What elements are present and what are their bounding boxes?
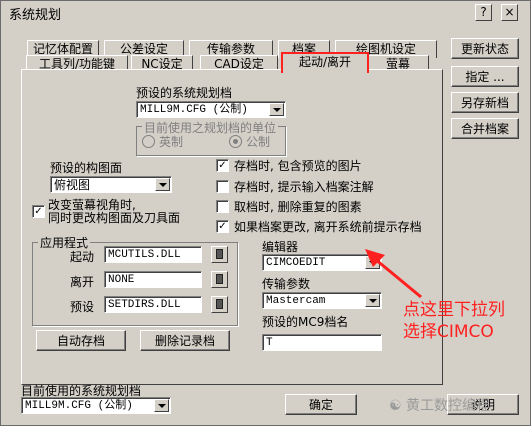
english-radio[interactable] — [142, 135, 155, 148]
save-comment-checkbox[interactable] — [216, 180, 229, 193]
merge-files-button[interactable]: 合并档案 — [451, 118, 519, 139]
change-view-label-line2: 同时更改构图面及刀具面 — [48, 211, 181, 225]
annotation-arrow-icon — [365, 249, 422, 299]
exit-file-button[interactable] — [211, 271, 228, 288]
startup-label: 起动 — [70, 250, 95, 264]
chevron-down-icon[interactable] — [269, 103, 284, 116]
editor-label: 编辑器 — [262, 240, 299, 254]
preset-config-value: MILL9M.CFG (公制) — [140, 104, 248, 116]
english-label: 英制 — [159, 135, 184, 149]
transfer-value: Mastercam — [266, 295, 326, 307]
preset-config-dropdown[interactable]: MILL9M.CFG (公制) — [136, 101, 286, 118]
startup-field[interactable]: MCUTILS.DLL — [104, 246, 202, 263]
delete-log-button[interactable]: 删除记录档 — [140, 330, 230, 351]
chevron-down-icon[interactable] — [155, 178, 170, 191]
save-preview-checkbox[interactable]: ✓ — [216, 159, 229, 172]
chevron-down-icon[interactable] — [154, 399, 169, 412]
preset-view-label: 预设的构图面 — [50, 161, 123, 175]
watermark-logo-icon: ☯ — [389, 398, 407, 414]
default-label: 预设 — [70, 300, 95, 314]
startup-exit-panel: 预设的系统规划档 MILL9M.CFG (公制) 目前使用之规划档的单位 英制 … — [21, 69, 443, 385]
watermark: ☯ 黄工数控编程 — [389, 395, 490, 415]
change-view-label: 改变萤幕视角时, 同时更改构图面及刀具面 — [48, 199, 180, 225]
metric-radio[interactable] — [229, 135, 242, 148]
mc9-name-label: 预设的MC9档名 — [262, 315, 349, 329]
exit-label: 离开 — [70, 275, 95, 289]
title-bar: 系统规划 ? × — [1, 1, 530, 23]
annotation-text: 点这里下拉列 选择CIMCO — [403, 299, 505, 343]
metric-label: 公制 — [246, 135, 271, 149]
save-comment-label: 存档时, 提示输入档案注解 — [234, 180, 374, 194]
transfer-label: 传输参数 — [262, 277, 311, 291]
window-title: 系统规划 — [9, 8, 62, 23]
mc9-name-field[interactable]: T — [262, 334, 382, 351]
annotation-line2: 选择CIMCO — [403, 322, 494, 342]
remove-duplicates-checkbox[interactable] — [216, 200, 229, 213]
save-preview-label: 存档时, 包含预览的图片 — [234, 159, 362, 173]
annotation-line1: 点这里下拉列 — [403, 300, 505, 320]
prompt-save-label: 如果档案更改, 离开系统前提示存档 — [234, 220, 422, 234]
system-config-dialog: 系统规划 ? × 记忆体配置 公差设定 传输参数 档案 绘图机设定 工具列/功能… — [0, 0, 531, 426]
help-title-button[interactable]: ? — [475, 4, 492, 21]
editor-value: CIMCOEDIT — [266, 257, 326, 269]
ok-button[interactable]: 确定 — [285, 394, 357, 415]
tab-startup-exit[interactable]: 起动/离开 — [281, 52, 369, 73]
preset-view-dropdown[interactable]: 俯视图 — [50, 176, 172, 193]
assign-button[interactable]: 指定 ... — [451, 66, 519, 87]
default-file-button[interactable] — [211, 296, 228, 313]
close-button[interactable]: × — [501, 4, 518, 21]
change-view-checkbox[interactable]: ✓ — [32, 205, 45, 218]
startup-file-button[interactable] — [211, 246, 228, 263]
preset-view-value: 俯视图 — [54, 178, 91, 192]
prompt-save-checkbox[interactable]: ✓ — [216, 220, 229, 233]
update-status-button[interactable]: 更新状态 — [451, 38, 519, 59]
current-config-value: MILL9M.CFG (公制) — [25, 400, 133, 412]
remove-duplicates-label: 取档时, 删除重复的图素 — [234, 200, 362, 214]
exit-field[interactable]: NONE — [104, 271, 202, 288]
autosave-button[interactable]: 自动存档 — [36, 330, 126, 351]
current-config-dropdown[interactable]: MILL9M.CFG (公制) — [21, 397, 171, 414]
watermark-text: 黄工数控编程 — [406, 398, 491, 414]
save-as-button[interactable]: 另存新档 — [451, 92, 519, 113]
default-field[interactable]: SETDIRS.DLL — [104, 296, 202, 313]
preset-config-label: 预设的系统规划档 — [136, 86, 233, 100]
